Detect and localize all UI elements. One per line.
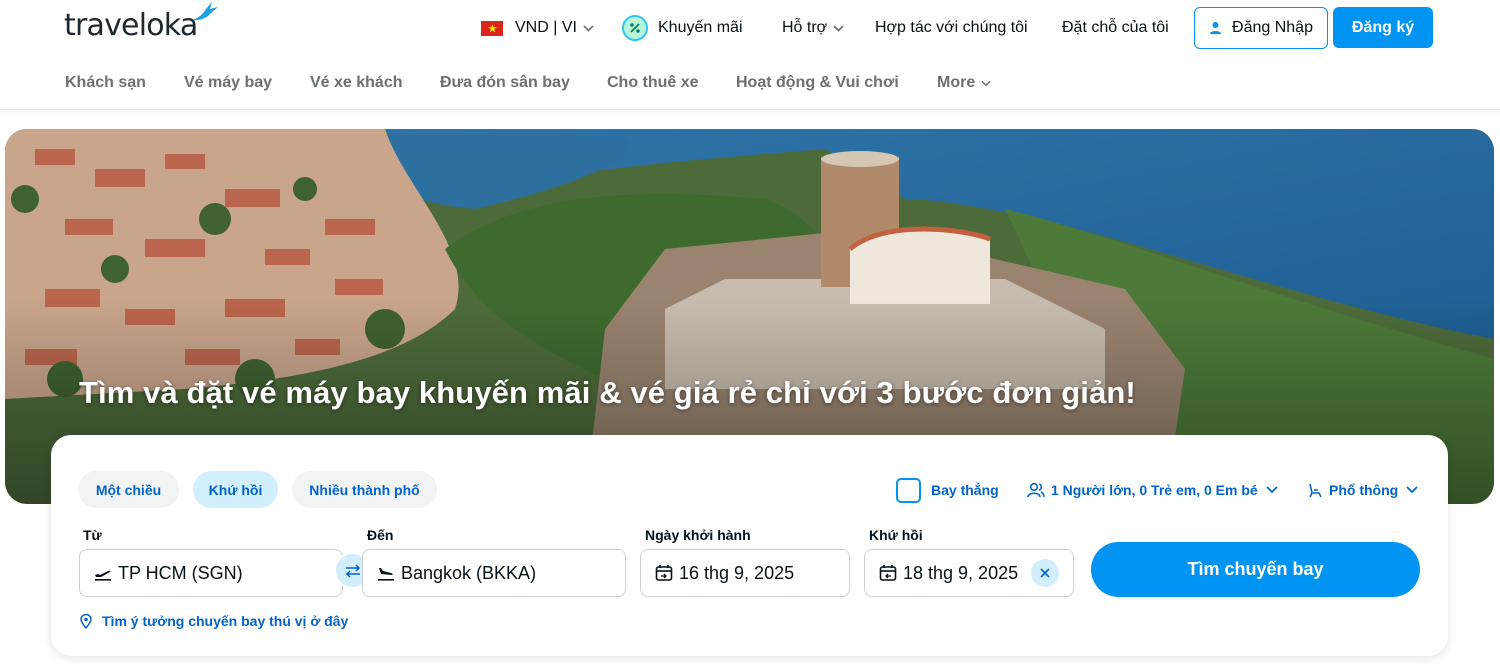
nav-item-hotels[interactable]: Khách sạn: [65, 74, 146, 92]
from-label: Từ: [83, 527, 102, 543]
from-airport-value: TP HCM (SGN): [118, 562, 243, 583]
traveloka-logo[interactable]: traveloka: [64, 2, 218, 44]
nav-item-car-rental[interactable]: Cho thuê xe: [607, 74, 699, 92]
nav-item-activities[interactable]: Hoạt động & Vui chơi: [736, 74, 899, 92]
swap-arrows-icon: [345, 563, 360, 578]
passenger-selector[interactable]: 1 Người lớn, 0 Trẻ em, 0 Em bé: [1027, 477, 1278, 503]
bird-logo-icon: [192, 2, 218, 21]
chevron-down-icon: [583, 24, 594, 32]
currency-language-label: VND | VI: [515, 19, 577, 36]
return-date-value: 18 thg 9, 2025: [903, 562, 1019, 583]
login-button[interactable]: Đăng Nhập: [1194, 7, 1328, 49]
trip-type-round-trip[interactable]: Khứ hồi: [193, 471, 278, 508]
promotions-link[interactable]: Khuyến mãi: [622, 14, 743, 42]
plane-takeoff-icon: [94, 565, 112, 581]
passengers-label: 1 Người lớn, 0 Trẻ em, 0 Em bé: [1051, 482, 1258, 498]
vietnam-flag-icon: [481, 20, 503, 36]
map-pin-icon: [80, 613, 92, 629]
calendar-depart-icon: [655, 564, 673, 582]
register-label: Đăng ký: [1351, 18, 1415, 36]
flight-search-card: Một chiều Khứ hồi Nhiều thành phố Bay th…: [51, 435, 1448, 656]
direct-flight-label: Bay thẳng: [931, 482, 999, 498]
my-bookings-link[interactable]: Đặt chỗ của tôi: [1062, 14, 1169, 42]
to-airport-field[interactable]: Bangkok (BKKA): [362, 549, 626, 597]
seat-class-selector[interactable]: Phổ thông: [1307, 477, 1418, 503]
nav-more-menu[interactable]: More: [937, 74, 991, 92]
promotions-label: Khuyến mãi: [658, 19, 743, 36]
to-label: Đến: [367, 527, 394, 543]
login-label: Đăng Nhập: [1232, 19, 1313, 36]
user-icon: [1209, 21, 1222, 35]
top-header: traveloka VND | VI Khuyến mãi Hỗ trợ Hợp…: [0, 0, 1500, 56]
trip-type-multi-city[interactable]: Nhiều thành phố: [292, 471, 437, 508]
from-airport-field[interactable]: TP HCM (SGN): [79, 549, 343, 597]
calendar-return-icon: [879, 564, 897, 582]
chevron-down-icon: [981, 80, 991, 86]
my-bookings-label: Đặt chỗ của tôi: [1062, 19, 1169, 36]
flight-ideas-label: Tìm ý tưởng chuyến bay thú vị ở đây: [102, 613, 349, 629]
partner-link[interactable]: Hợp tác với chúng tôi: [875, 14, 1028, 42]
direct-flight-toggle[interactable]: Bay thẳng: [896, 477, 999, 503]
depart-date-label: Ngày khởi hành: [645, 527, 751, 543]
nav-item-bus-tickets[interactable]: Vé xe khách: [310, 74, 403, 92]
depart-date-field[interactable]: 16 thg 9, 2025: [640, 549, 850, 597]
passengers-icon: [1027, 482, 1045, 498]
support-menu[interactable]: Hỗ trợ: [782, 14, 844, 42]
partner-label: Hợp tác với chúng tôi: [875, 19, 1028, 36]
support-label: Hỗ trợ: [782, 19, 828, 36]
nav-item-airport-transfer[interactable]: Đưa đón sân bay: [440, 74, 570, 92]
register-button[interactable]: Đăng ký: [1333, 7, 1433, 48]
close-icon: [1040, 568, 1050, 578]
nav-item-flights[interactable]: Vé máy bay: [184, 74, 272, 92]
hero-title: Tìm và đặt vé máy bay khuyến mãi & vé gi…: [79, 375, 1136, 410]
depart-date-value: 16 thg 9, 2025: [679, 562, 795, 583]
chevron-down-icon: [833, 24, 844, 32]
seat-class-label: Phổ thông: [1329, 482, 1399, 498]
flight-ideas-link[interactable]: Tìm ý tưởng chuyến bay thú vị ở đây: [80, 611, 348, 631]
percent-badge-icon: [622, 15, 648, 41]
clear-return-date-button[interactable]: [1031, 559, 1059, 587]
seat-icon: [1307, 482, 1323, 498]
search-flights-label: Tìm chuyến bay: [1187, 559, 1324, 579]
trip-type-one-way[interactable]: Một chiều: [78, 471, 179, 508]
plane-landing-icon: [377, 565, 395, 581]
return-date-label: Khứ hồi: [869, 527, 923, 543]
chevron-down-icon: [1266, 486, 1278, 494]
nav-more-label: More: [937, 74, 976, 91]
currency-language-selector[interactable]: VND | VI: [481, 14, 594, 42]
search-flights-button[interactable]: Tìm chuyến bay: [1091, 542, 1420, 597]
to-airport-value: Bangkok (BKKA): [401, 562, 537, 583]
product-nav: Khách sạn Vé máy bay Vé xe khách Đưa đón…: [0, 60, 1500, 110]
logo-text: traveloka: [64, 8, 198, 43]
direct-flight-checkbox[interactable]: [896, 477, 921, 503]
chevron-down-icon: [1406, 486, 1418, 494]
